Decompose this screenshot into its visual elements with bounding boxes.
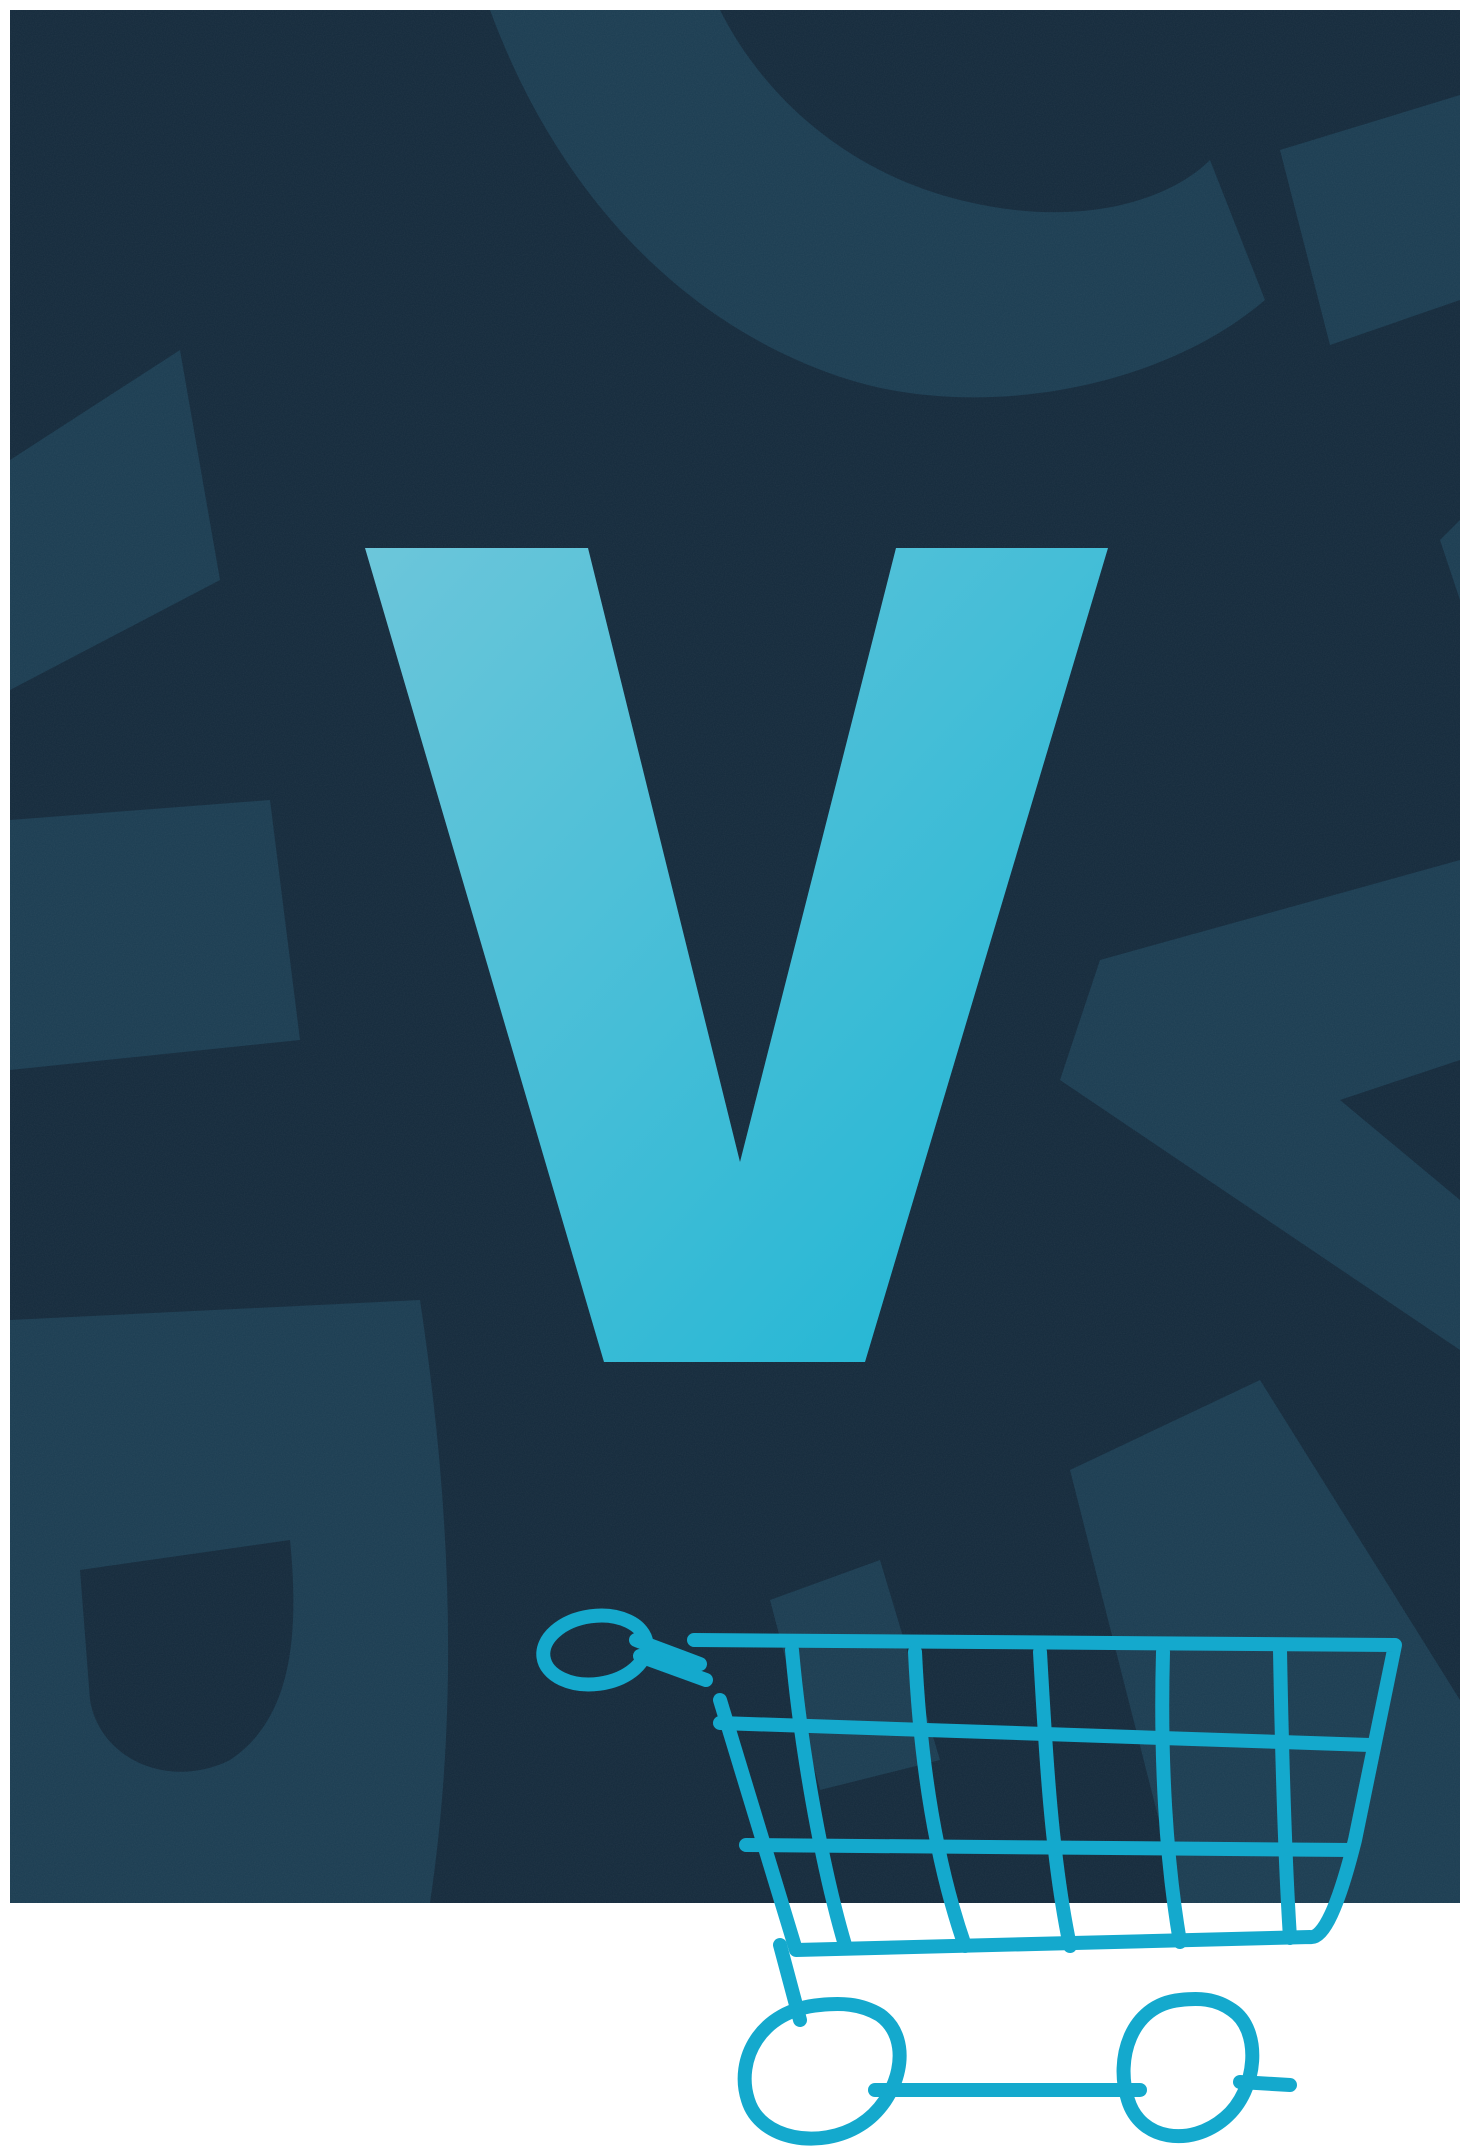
poster xyxy=(0,0,1460,2147)
poster-artwork xyxy=(10,10,1460,2146)
